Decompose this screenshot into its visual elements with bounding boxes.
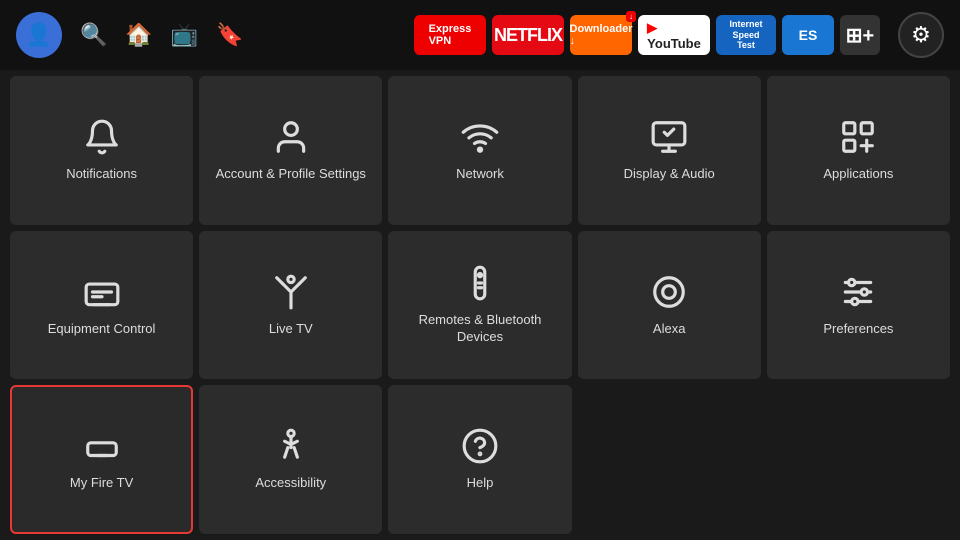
grid-label: ⊞+ [846,23,874,48]
tile-help[interactable]: Help [388,385,571,534]
tile-remotes-bluetooth[interactable]: Remotes & Bluetooth Devices [388,231,571,380]
internet-speed-label: Internet Speed Test [726,19,766,51]
app-internet-speed[interactable]: Internet Speed Test [716,15,776,55]
tile-my-fire-tv[interactable]: My Fire TV [10,385,193,534]
tile-equipment-control[interactable]: Equipment Control [10,231,193,380]
live-tv-label: Live TV [269,321,313,338]
person-icon [272,118,310,156]
account-label: Account & Profile Settings [216,166,366,183]
display-icon [650,118,688,156]
app-es-explorer[interactable]: ES [782,15,834,55]
app-grid-button[interactable]: ⊞+ [840,15,880,55]
expressvpn-label: ExpressVPN [429,23,472,47]
firetv-icon [83,427,121,465]
alexa-label: Alexa [653,321,686,338]
tile-preferences[interactable]: Preferences [767,231,950,380]
es-label: ES [799,27,818,43]
app-expressvpn[interactable]: ExpressVPN [414,15,486,55]
bell-icon [83,118,121,156]
youtube-label: ▶ YouTube [647,20,701,51]
app-downloader[interactable]: Downloader ↓ ↓ [570,15,632,55]
tv-icon [83,273,121,311]
network-label: Network [456,166,504,183]
topbar-left: 👤 🔍 🏠 📺 🔖 [16,12,396,58]
settings-icon: ⚙ [911,22,931,48]
avatar[interactable]: 👤 [16,12,62,58]
tile-network[interactable]: Network [388,76,571,225]
downloader-badge: ↓ [626,11,636,22]
live-tv-icon[interactable]: 📺 [171,22,198,48]
my-fire-tv-label: My Fire TV [70,475,133,492]
wifi-icon [461,118,499,156]
bookmark-icon[interactable]: 🔖 [216,22,243,48]
tile-notifications[interactable]: Notifications [10,76,193,225]
search-icon[interactable]: 🔍 [80,22,107,48]
antenna-icon [272,273,310,311]
netflix-label: NETFLIX [494,25,562,46]
tile-accessibility[interactable]: Accessibility [199,385,382,534]
settings-button[interactable]: ⚙ [898,12,944,58]
topbar: 👤 🔍 🏠 📺 🔖 ExpressVPN NETFLIX Downloader … [0,0,960,70]
app-youtube[interactable]: ▶ YouTube [638,15,710,55]
app-shortcuts: ExpressVPN NETFLIX Downloader ↓ ↓ ▶ YouT… [414,15,880,55]
help-icon [461,427,499,465]
tile-live-tv[interactable]: Live TV [199,231,382,380]
accessibility-label: Accessibility [255,475,326,492]
display-audio-label: Display & Audio [624,166,715,183]
downloader-label: Downloader ↓ [570,23,633,47]
tile-alexa[interactable]: Alexa [578,231,761,380]
help-label: Help [467,475,494,492]
alexa-icon [650,273,688,311]
equipment-control-label: Equipment Control [48,321,156,338]
preferences-label: Preferences [823,321,893,338]
settings-grid: Notifications Account & Profile Settings… [0,70,960,540]
applications-label: Applications [823,166,893,183]
notifications-label: Notifications [66,166,137,183]
remote-icon [461,264,499,302]
tile-applications[interactable]: Applications [767,76,950,225]
app-netflix[interactable]: NETFLIX [492,15,564,55]
tile-account[interactable]: Account & Profile Settings [199,76,382,225]
sliders-icon [839,273,877,311]
accessibility-icon [272,427,310,465]
remotes-bluetooth-label: Remotes & Bluetooth Devices [398,312,561,346]
apps-icon [839,118,877,156]
tile-display-audio[interactable]: Display & Audio [578,76,761,225]
home-icon[interactable]: 🏠 [125,22,152,48]
